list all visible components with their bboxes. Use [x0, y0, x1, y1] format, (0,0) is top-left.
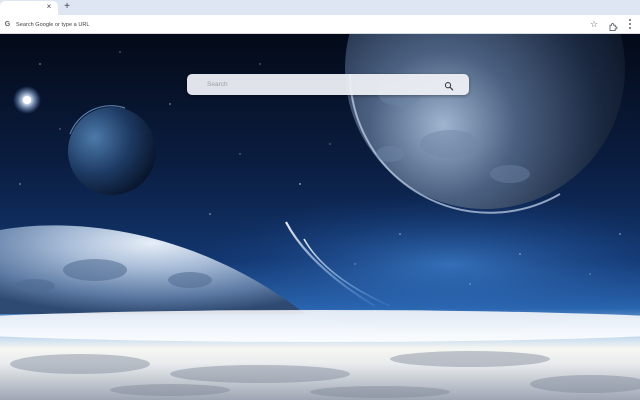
- kebab-menu-icon[interactable]: [627, 18, 633, 30]
- omnibox[interactable]: G Search Google or type a URL: [0, 16, 603, 33]
- bookmark-star-icon[interactable]: ☆: [589, 19, 599, 29]
- search-box[interactable]: [187, 74, 469, 95]
- omnibox-placeholder[interactable]: Search Google or type a URL: [16, 22, 90, 28]
- puzzle-icon[interactable]: [608, 19, 618, 32]
- new-tab-page: [0, 34, 640, 400]
- close-tab-icon[interactable]: ×: [44, 2, 54, 12]
- tab-new-tab[interactable]: ×: [0, 1, 58, 15]
- google-icon: G: [4, 21, 11, 28]
- tab-strip: × +: [0, 0, 640, 15]
- browser-toolbar: G Search Google or type a URL ☆: [0, 15, 640, 34]
- search-icon[interactable]: [444, 79, 454, 91]
- small-planet: [68, 107, 156, 195]
- search-input[interactable]: [207, 77, 447, 92]
- new-tab-button[interactable]: +: [61, 1, 73, 13]
